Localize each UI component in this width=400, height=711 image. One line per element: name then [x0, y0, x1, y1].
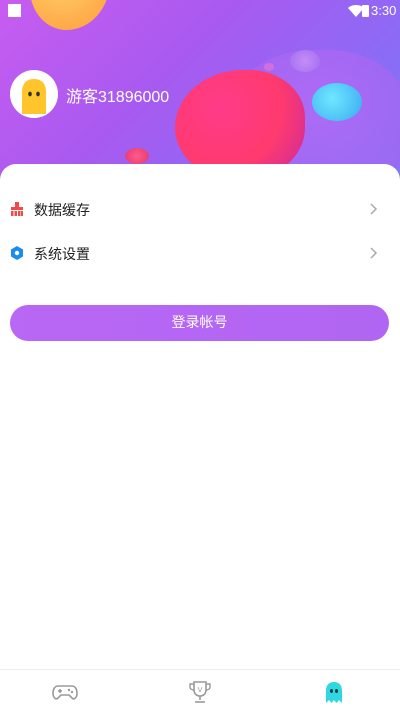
nav-tab-rankings[interactable]: V — [187, 679, 213, 705]
username: 游客31896000 — [66, 89, 170, 106]
broom-icon — [11, 202, 23, 216]
menu-item-cache[interactable]: 数据缓存 — [0, 188, 400, 232]
nav-tab-games[interactable] — [52, 679, 78, 705]
chevron-right-icon — [370, 247, 378, 259]
bottom-nav: V — [0, 669, 400, 711]
login-button[interactable]: 登录帐号 — [10, 305, 389, 341]
decor-blob — [125, 148, 149, 164]
status-bar: 3:30 — [0, 0, 400, 24]
battery-icon — [362, 5, 369, 17]
status-time: 3:30 — [371, 3, 397, 18]
svg-text:V: V — [198, 686, 203, 694]
menu-card: 数据缓存 系统设置 登录帐号 — [0, 164, 400, 674]
avatar[interactable] — [10, 70, 58, 118]
gamepad-icon — [52, 685, 78, 700]
menu-item-label: 系统设置 — [34, 247, 90, 263]
chevron-right-icon — [370, 203, 378, 215]
ghost-avatar-icon — [10, 70, 58, 118]
trophy-icon: V — [189, 681, 211, 703]
menu-item-label: 数据缓存 — [34, 203, 90, 219]
nav-tab-profile[interactable] — [321, 679, 347, 705]
ghost-icon — [326, 682, 342, 703]
decor-blob — [312, 83, 362, 121]
notification-icon — [8, 4, 21, 17]
decor-blob — [290, 50, 320, 72]
settings-hexagon-icon — [11, 246, 23, 260]
menu-item-settings[interactable]: 系统设置 — [0, 232, 400, 276]
decor-blob — [264, 63, 274, 71]
